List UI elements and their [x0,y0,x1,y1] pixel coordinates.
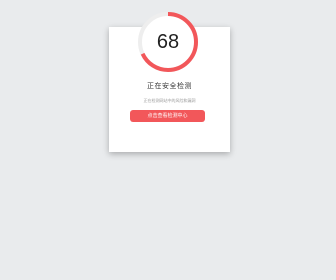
check-status-title: 正在安全检测 [147,82,192,90]
check-status-description: 正在检测网站中的风险和漏洞 [143,98,196,103]
view-center-button[interactable]: 点击查看检测中心 [130,110,205,122]
security-score: 68 [156,31,180,53]
